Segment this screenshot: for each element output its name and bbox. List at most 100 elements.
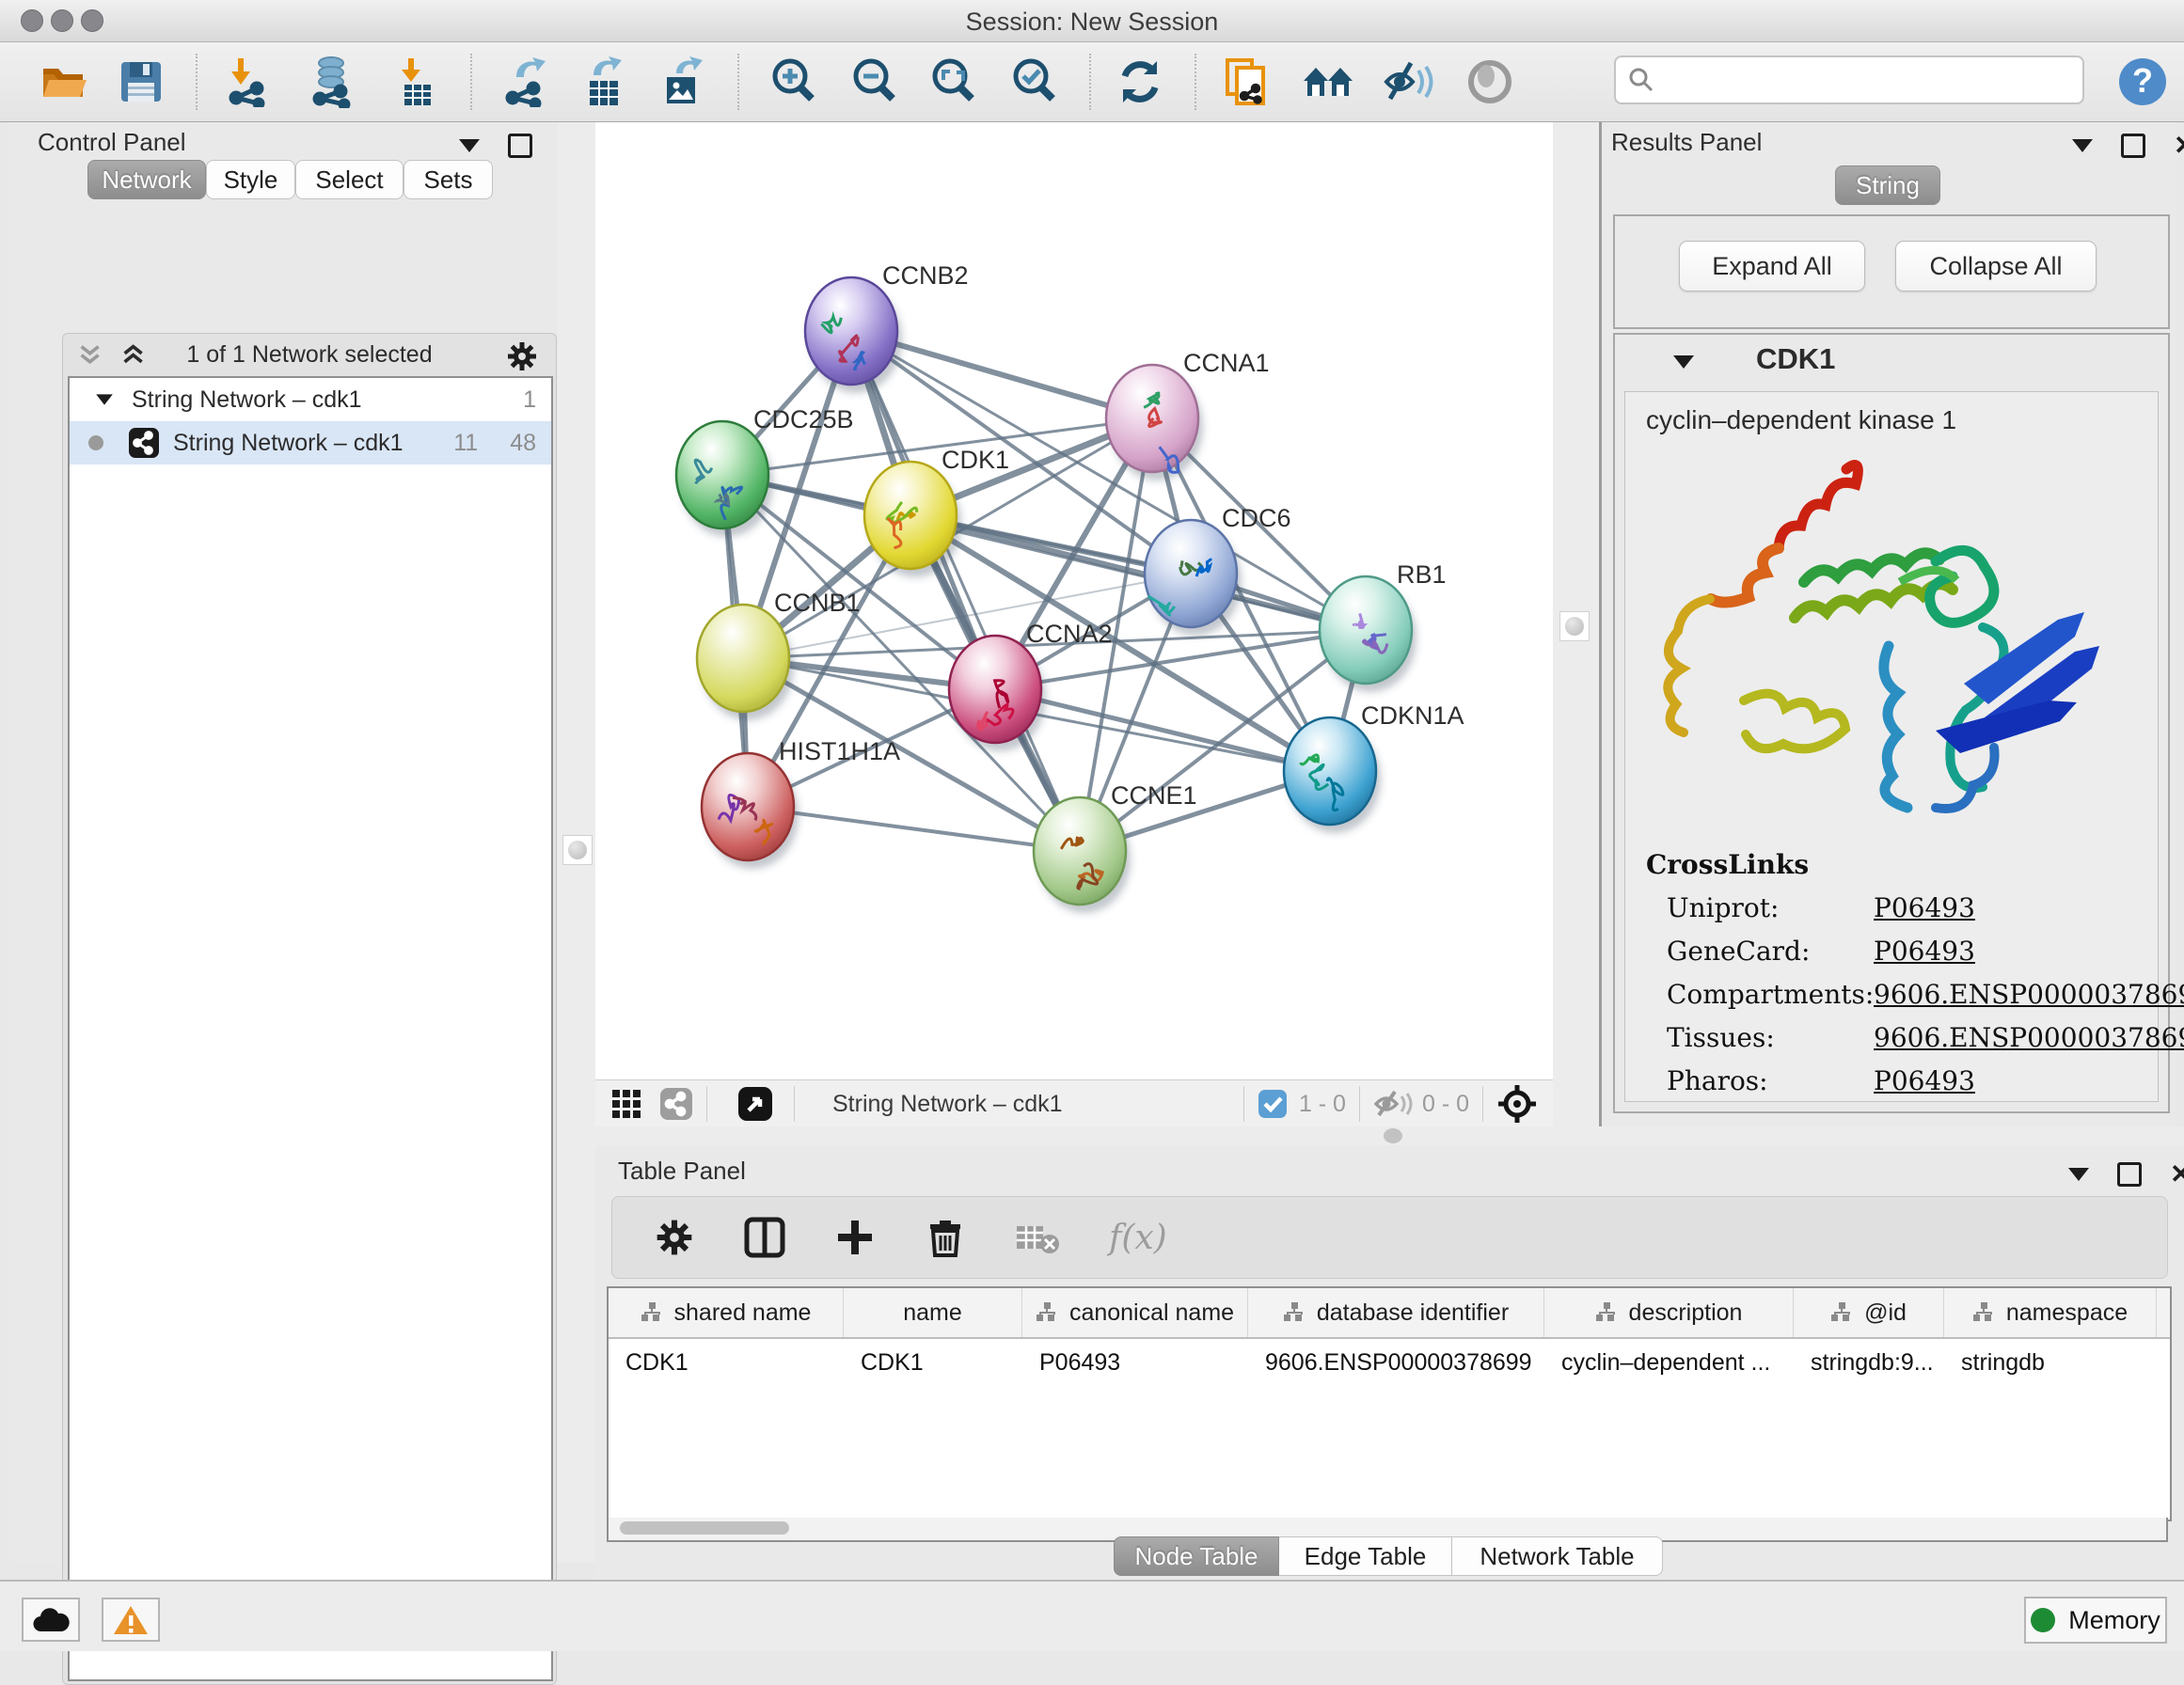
crosslink-uniprot[interactable]: P06493 xyxy=(1874,892,1975,923)
save-floppy-icon xyxy=(118,58,165,105)
table-cell[interactable]: cyclin–dependent ... xyxy=(1544,1339,1794,1386)
crosslink-genecard[interactable]: P06493 xyxy=(1874,936,1975,967)
zoom-out-button[interactable] xyxy=(847,54,903,110)
bottom-splitter-handle[interactable] xyxy=(1384,1128,1402,1143)
results-panel-close-icon[interactable]: ✕ xyxy=(2174,136,2184,155)
results-panel-float-icon[interactable] xyxy=(2121,134,2145,158)
zoom-fit-button[interactable] xyxy=(926,54,982,110)
collection-expand-icon[interactable] xyxy=(96,394,113,404)
column-header-canonical-name[interactable]: canonical name xyxy=(1022,1288,1248,1337)
export-network-button[interactable] xyxy=(497,54,553,110)
collapse-all-button[interactable]: Collapse All xyxy=(1895,241,2097,291)
save-session-button[interactable] xyxy=(113,54,169,110)
right-splitter-handle[interactable] xyxy=(1559,611,1590,641)
control-panel-float-icon[interactable] xyxy=(508,134,532,158)
tab-network[interactable]: Network xyxy=(87,160,206,199)
open-session-button[interactable] xyxy=(36,54,92,110)
gene-symbol: CDK1 xyxy=(1756,342,1835,376)
network-canvas[interactable]: CCNB2CCNA1CDC25BCDK1CDC6RB1CCNB1CCNA2CDK… xyxy=(595,122,1553,1079)
gene-collapse-icon[interactable] xyxy=(1673,355,1694,369)
import-network-button[interactable] xyxy=(218,54,275,110)
delete-column-trash-icon[interactable] xyxy=(925,1217,966,1258)
grid-view-icon[interactable] xyxy=(610,1088,642,1120)
table-panel-float-icon[interactable] xyxy=(2117,1162,2142,1187)
table-row[interactable]: CDK1CDK1P064939606.ENSP00000378699cyclin… xyxy=(609,1339,2170,1386)
column-header-database-identifier[interactable]: database identifier xyxy=(1248,1288,1544,1337)
import-database-button[interactable] xyxy=(303,54,359,110)
pan-crosshair-icon[interactable] xyxy=(1496,1083,1538,1125)
table-panel-close-icon[interactable]: ✕ xyxy=(2170,1165,2184,1184)
network-node-cdkn1a[interactable] xyxy=(1284,717,1376,825)
tab-node-table[interactable]: Node Table xyxy=(1114,1536,1279,1576)
first-neighbors-button[interactable] xyxy=(1300,54,1356,110)
network-node-cdc6[interactable] xyxy=(1145,520,1237,627)
table-cell[interactable]: CDK1 xyxy=(844,1339,1022,1386)
tab-string[interactable]: String xyxy=(1835,165,1940,205)
table-hscrollbar-thumb[interactable] xyxy=(620,1521,789,1535)
table-cell[interactable]: stringdb:9... xyxy=(1794,1339,1944,1386)
tab-sets[interactable]: Sets xyxy=(404,160,493,199)
clone-network-button[interactable] xyxy=(1219,54,1275,110)
toolbar-separator xyxy=(1089,54,1091,110)
network-collection-row[interactable]: String Network – cdk1 1 xyxy=(70,378,551,421)
import-table-button[interactable] xyxy=(388,54,445,110)
network-row-selected[interactable]: String Network – cdk1 11 48 xyxy=(70,421,551,465)
network-edge[interactable] xyxy=(851,331,1080,851)
export-table-icon xyxy=(578,56,629,107)
zoom-selected-button[interactable] xyxy=(1006,54,1063,110)
bottom-splitter[interactable] xyxy=(595,1126,2184,1145)
hide-selected-button[interactable] xyxy=(1381,54,1437,110)
network-node-ccnb2[interactable] xyxy=(805,277,897,385)
left-splitter-handle[interactable] xyxy=(562,835,593,865)
expand-all-button[interactable]: Expand All xyxy=(1679,241,1865,291)
tab-edge-table[interactable]: Edge Table xyxy=(1279,1536,1452,1576)
create-column-plus-icon[interactable] xyxy=(834,1217,876,1258)
memory-status-dot xyxy=(2031,1608,2055,1632)
network-graph[interactable]: CCNB2CCNA1CDC25BCDK1CDC6RB1CCNB1CCNA2CDK… xyxy=(595,122,1553,1079)
network-options-gear-icon[interactable] xyxy=(505,339,539,373)
selected-node-edge-counts: 1 - 0 xyxy=(1299,1091,1346,1118)
string-view-icon[interactable] xyxy=(659,1087,693,1121)
table-panel-menu-icon[interactable] xyxy=(2068,1168,2089,1181)
table-cell[interactable]: CDK1 xyxy=(609,1339,844,1386)
show-all-button[interactable] xyxy=(1462,54,1518,110)
birds-eye-view-icon[interactable] xyxy=(737,1086,773,1122)
crosslink-pharos[interactable]: P06493 xyxy=(1874,1065,1975,1096)
node-label: CDKN1A xyxy=(1361,701,1464,730)
node-label: CCNB1 xyxy=(774,589,861,617)
tab-style[interactable]: Style xyxy=(206,160,295,199)
column-header-namespace[interactable]: namespace xyxy=(1944,1288,2157,1337)
right-splitter[interactable] xyxy=(1553,122,1599,1126)
column-header-description[interactable]: description xyxy=(1544,1288,1794,1337)
zoom-in-button[interactable] xyxy=(766,54,822,110)
table-options-gear-icon[interactable] xyxy=(654,1217,695,1258)
tab-select[interactable]: Select xyxy=(295,160,404,199)
tab-network-table[interactable]: Network Table xyxy=(1452,1536,1663,1576)
column-header-name[interactable]: name xyxy=(844,1288,1022,1337)
table-cell[interactable]: 9606.ENSP00000378699 xyxy=(1248,1339,1544,1386)
network-node-rb1[interactable] xyxy=(1320,576,1412,684)
help-button[interactable]: ? xyxy=(2114,54,2171,110)
toolbar-separator xyxy=(1243,1086,1244,1122)
control-panel-menu-icon[interactable] xyxy=(459,139,480,152)
crosslink-tissues[interactable]: 9606.ENSP00000378699 xyxy=(1874,1022,2184,1053)
table-cell[interactable]: P06493 xyxy=(1022,1339,1248,1386)
results-panel-menu-icon[interactable] xyxy=(2072,139,2093,152)
left-splitter[interactable] xyxy=(558,122,595,1563)
show-columns-icon[interactable] xyxy=(744,1217,785,1258)
export-image-button[interactable] xyxy=(655,54,711,110)
refresh-button[interactable] xyxy=(1112,54,1168,110)
export-table-button[interactable] xyxy=(576,54,632,110)
search-input[interactable] xyxy=(1655,66,2054,94)
table-tabs: Node Table Edge Table Network Table xyxy=(1114,1536,1663,1576)
column-header-shared-name[interactable]: shared name xyxy=(609,1288,844,1337)
memory-button[interactable]: Memory xyxy=(2024,1597,2167,1644)
network-node-ccna2[interactable] xyxy=(949,636,1041,743)
network-node-ccnb1[interactable] xyxy=(697,605,789,712)
crosslink-compartments[interactable]: 9606.ENSP00000378699 xyxy=(1874,979,2184,1010)
column-header--id[interactable]: @id xyxy=(1794,1288,1944,1337)
cloud-status-button[interactable] xyxy=(22,1598,80,1642)
table-cell[interactable]: stringdb xyxy=(1944,1339,2157,1386)
selected-checkbox-icon[interactable] xyxy=(1258,1089,1288,1119)
warnings-button[interactable] xyxy=(102,1598,160,1642)
